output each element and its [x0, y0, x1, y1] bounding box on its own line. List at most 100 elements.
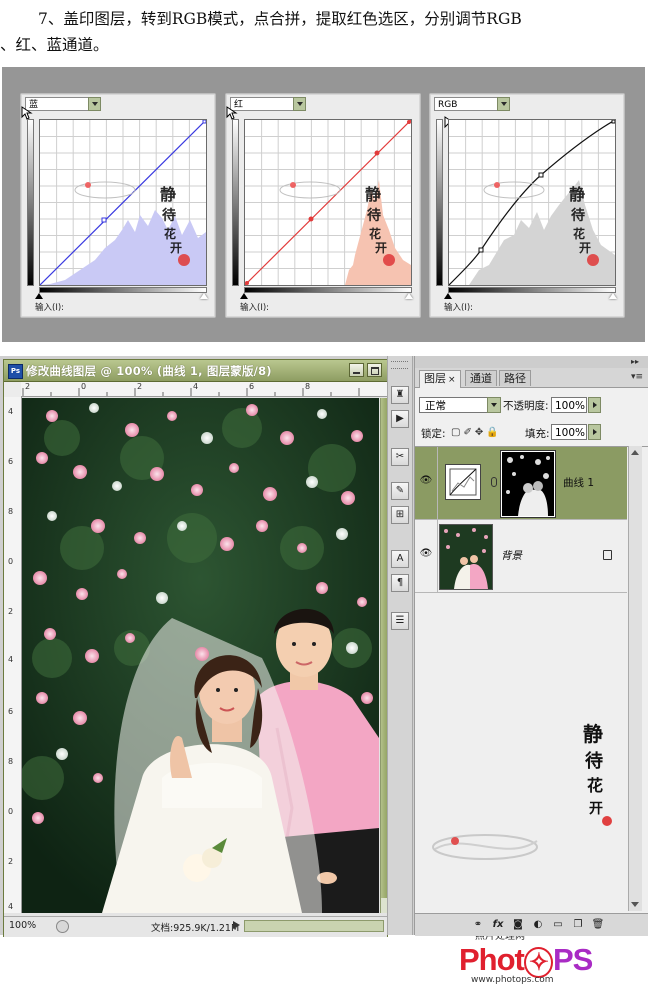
info-icon[interactable] — [56, 920, 69, 933]
pointer-cursor-icon — [226, 106, 238, 120]
tab-channels[interactable]: 通道 — [465, 370, 497, 386]
svg-text:待: 待 — [162, 207, 176, 224]
channel-select-red[interactable]: 红 — [230, 97, 306, 111]
document-window: Ps 修改曲线图层 @ 100% (曲线 1, 图层蒙版/8) 2 0 2 4 … — [3, 359, 388, 937]
ruler-origin[interactable] — [4, 382, 22, 398]
black-point-slider[interactable] — [35, 293, 43, 299]
black-point-slider[interactable] — [444, 293, 452, 299]
actions-icon[interactable]: ▶ — [391, 410, 409, 428]
pointer-cursor-icon — [21, 106, 33, 120]
ruler-label: 0 — [81, 382, 87, 391]
fill-field[interactable]: 100% — [551, 424, 587, 440]
eye-icon[interactable]: 👁 — [419, 475, 433, 487]
channel-select-rgb[interactable]: RGB — [434, 97, 510, 111]
white-point-slider[interactable] — [609, 293, 617, 299]
new-layer-icon[interactable]: ❐ — [571, 918, 585, 931]
chevron-down-icon[interactable] — [293, 97, 306, 111]
curves-panel-rgb: RGB 静 待 花 开 输入(I): — [429, 93, 625, 318]
maximize-button[interactable] — [367, 363, 382, 377]
close-icon[interactable]: × — [448, 375, 456, 385]
white-point-slider[interactable] — [200, 293, 208, 299]
layer-name[interactable]: 曲线 1 — [563, 475, 594, 490]
minimize-button[interactable] — [349, 363, 364, 377]
curve-graph-red[interactable]: 静 待 花 开 — [244, 119, 412, 286]
tab-layers[interactable]: 图层 × — [419, 370, 461, 388]
scroll-down-icon[interactable] — [631, 902, 639, 907]
opacity-field[interactable]: 100% — [551, 397, 587, 413]
zoom-level[interactable]: 100% — [9, 920, 36, 931]
chevron-down-icon[interactable] — [88, 97, 101, 111]
layer-mask-thumbnail[interactable] — [500, 450, 556, 518]
document-title: 修改曲线图层 @ 100% (曲线 1, 图层蒙版/8) — [26, 364, 272, 378]
ruler-label: 2 — [137, 382, 143, 391]
black-point-slider[interactable] — [240, 293, 248, 299]
channel-select-blue[interactable]: 蓝 — [25, 97, 101, 111]
curve-graph-rgb[interactable]: 静 待 花 开 — [448, 119, 616, 286]
layer-name[interactable]: 背景 — [501, 548, 522, 563]
tool-presets-icon[interactable]: ✂ — [391, 448, 409, 466]
brushes-icon[interactable]: ✎ — [391, 482, 409, 500]
scroll-up-icon[interactable] — [631, 450, 639, 455]
curves-adjustment-icon[interactable] — [445, 464, 481, 500]
output-gradient-bar — [232, 119, 239, 286]
photoshop-workspace: Ps 修改曲线图层 @ 100% (曲线 1, 图层蒙版/8) 2 0 2 4 … — [0, 356, 648, 985]
link-layers-icon[interactable]: ⚭ — [471, 918, 485, 931]
photops-logo: Phot ✧ PS — [459, 942, 593, 978]
adjustment-layer-icon[interactable]: ◐ — [531, 918, 545, 931]
chain-link-icon[interactable] — [491, 477, 497, 487]
site-url: www.photops.com — [471, 975, 554, 985]
fill-slider-button[interactable] — [588, 424, 601, 440]
layer-comps-icon[interactable]: ☰ — [391, 612, 409, 630]
svg-text:待: 待 — [585, 750, 603, 772]
character-icon[interactable]: A — [391, 550, 409, 568]
instruction-line-1: 7、盖印图层，转到RGB模式，点合拼，提取红色选区，分别调节RGB — [38, 10, 522, 28]
lock-options-icons[interactable]: ▢✐✥🔒 — [451, 427, 502, 438]
output-gradient-bar — [27, 119, 34, 286]
input-label: 输入(I): — [444, 303, 474, 313]
eye-icon[interactable]: 👁 — [419, 548, 433, 560]
histogram — [469, 180, 615, 285]
chevron-down-icon[interactable] — [497, 97, 510, 111]
play-arrow-icon[interactable] — [232, 920, 241, 930]
document-title-bar[interactable]: Ps 修改曲线图层 @ 100% (曲线 1, 图层蒙版/8) — [4, 360, 387, 382]
paragraph-icon[interactable]: ¶ — [391, 574, 409, 592]
panel-tabs: 图层 × 通道 路径 ▾≡ — [415, 368, 648, 388]
collapse-icon[interactable]: ▸▸ — [631, 357, 639, 366]
white-point-slider[interactable] — [405, 293, 413, 299]
trash-icon[interactable]: 🗑 — [591, 918, 605, 931]
history-icon[interactable]: ♜ — [391, 386, 409, 404]
swirl-logo-watermark — [432, 834, 538, 860]
svg-text:开: 开 — [375, 241, 387, 255]
panel-header: ▸▸ — [415, 356, 648, 368]
layer-style-icon[interactable]: fx — [491, 918, 505, 931]
horizontal-ruler: 2 0 2 4 6 8 — [21, 382, 387, 397]
layer-row-curves[interactable]: 👁 曲线 1 — [415, 447, 627, 520]
chevron-down-icon[interactable] — [487, 397, 501, 413]
tab-paths[interactable]: 路径 — [499, 370, 531, 386]
add-mask-icon[interactable]: ◙ — [511, 918, 525, 931]
layer-row-background[interactable]: 👁 背景 — [415, 520, 627, 593]
layers-list: 👁 曲线 1 👁 背景 静 待 花 开 照片处理网 Phot ✧ PS www.… — [415, 446, 648, 985]
input-label: 输入(I): — [35, 303, 65, 313]
clone-source-icon[interactable]: ⊞ — [391, 506, 409, 524]
layer-thumbnail[interactable] — [439, 524, 493, 590]
svg-text:开: 开 — [579, 241, 591, 255]
curve-graph-blue[interactable]: 静 待 花 开 — [39, 119, 207, 286]
new-group-icon[interactable]: ▭ — [551, 918, 565, 931]
blend-mode-select[interactable]: 正常 — [419, 397, 501, 413]
visibility-column: 👁 — [415, 520, 438, 592]
dock-grip[interactable] — [391, 361, 408, 369]
horizontal-scrollbar[interactable] — [244, 920, 384, 932]
opacity-slider-button[interactable] — [588, 397, 601, 413]
canvas-photo[interactable] — [22, 398, 379, 913]
svg-text:花: 花 — [164, 226, 176, 241]
curves-panel-red: 红 静 待 花 开 输入(I): — [225, 93, 421, 318]
layers-scrollbar[interactable] — [628, 446, 642, 911]
photoshop-app-icon: Ps — [8, 364, 23, 379]
svg-text:花: 花 — [369, 226, 381, 241]
fill-label: 填充: — [525, 428, 550, 440]
channel-label: RGB — [438, 100, 458, 110]
curves-panel-blue: 蓝 静 待 花 开 输入(I): — [20, 93, 216, 318]
panel-menu-icon[interactable]: ▾≡ — [631, 372, 643, 382]
ruler-label: 6 — [249, 382, 255, 391]
